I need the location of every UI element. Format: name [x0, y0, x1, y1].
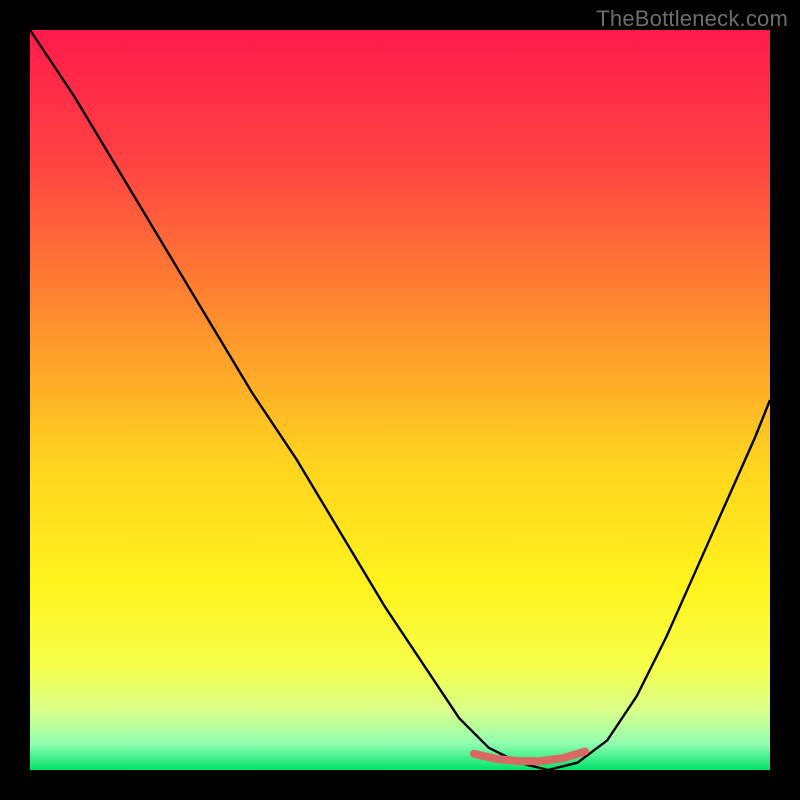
- chart-svg: [30, 30, 770, 770]
- plot-area: [30, 30, 770, 770]
- gradient-background: [30, 30, 770, 770]
- watermark-text: TheBottleneck.com: [596, 6, 788, 32]
- chart-frame: [30, 30, 770, 770]
